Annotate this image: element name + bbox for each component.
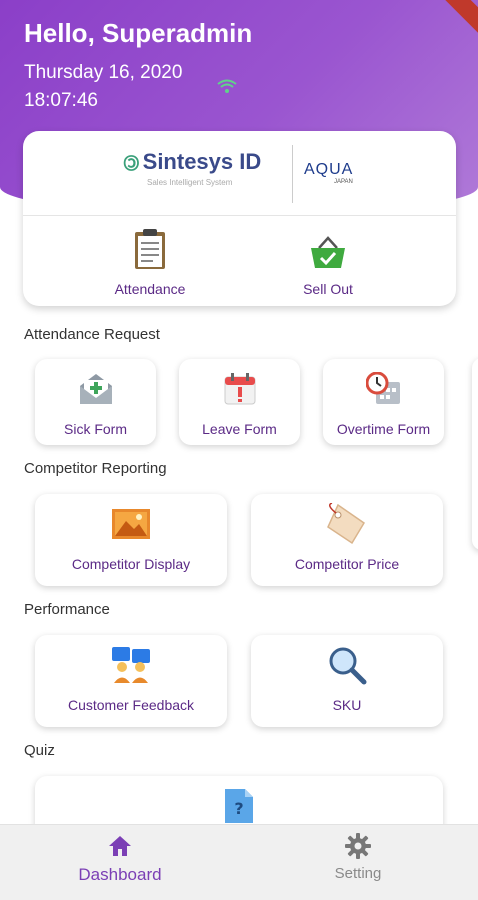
performance-title: Performance bbox=[24, 601, 110, 618]
competitor-reporting-title: Competitor Reporting bbox=[24, 460, 167, 477]
competitor-price-label: Competitor Price bbox=[294, 556, 400, 572]
sick-form-button[interactable]: Sick Form bbox=[35, 359, 156, 445]
logo-divider bbox=[292, 145, 293, 203]
aqua-sub: JAPAN bbox=[334, 179, 353, 185]
clipboard-icon bbox=[132, 228, 168, 275]
attendance-request-title: Attendance Request bbox=[24, 326, 160, 343]
magnifier-icon bbox=[327, 645, 367, 690]
price-tag-icon bbox=[324, 501, 370, 550]
sintesys-name: Sintesys ID bbox=[142, 148, 262, 174]
brand-logo-row: 🄯 Sintesys ID Sales Intelligent System A… bbox=[23, 131, 456, 216]
main-card: 🄯 Sintesys ID Sales Intelligent System A… bbox=[23, 131, 456, 306]
sintesys-tagline: Sales Intelligent System bbox=[147, 178, 233, 187]
partial-tile[interactable] bbox=[472, 358, 478, 550]
overtime-form-button[interactable]: Overtime Form bbox=[323, 359, 444, 445]
greeting-text: Hello, Superadmin bbox=[24, 18, 253, 48]
basket-check-icon bbox=[309, 236, 347, 275]
attendance-label: Attendance bbox=[114, 281, 186, 297]
nav-dashboard[interactable]: Dashboard bbox=[40, 835, 200, 885]
competitor-price-button[interactable]: Competitor Price bbox=[251, 494, 443, 586]
sintesys-mark-icon: 🄯 bbox=[123, 153, 140, 175]
customer-feedback-label: Customer Feedback bbox=[67, 697, 195, 713]
competitor-display-button[interactable]: Competitor Display bbox=[35, 494, 227, 586]
sku-label: SKU bbox=[332, 697, 362, 713]
leave-form-label: Leave Form bbox=[202, 421, 277, 437]
clock-calendar-icon bbox=[365, 371, 402, 411]
calendar-alert-icon bbox=[223, 372, 257, 411]
svg-text:?: ? bbox=[234, 799, 243, 818]
quiz-title: Quiz bbox=[24, 742, 55, 759]
nav-setting-label: Setting bbox=[334, 865, 382, 882]
image-frame-icon bbox=[111, 507, 151, 546]
customer-feedback-button[interactable]: Customer Feedback bbox=[35, 635, 227, 727]
sku-button[interactable]: SKU bbox=[251, 635, 443, 727]
nav-setting[interactable]: Setting bbox=[278, 832, 438, 882]
wifi-icon bbox=[216, 78, 238, 99]
sintesys-logo: 🄯 Sintesys ID Sales Intelligent System bbox=[123, 147, 262, 188]
nav-dashboard-label: Dashboard bbox=[78, 865, 162, 884]
sell-out-button[interactable]: Sell Out bbox=[273, 231, 383, 297]
gear-icon bbox=[345, 832, 371, 864]
bottom-navigation: Dashboard Setting bbox=[0, 824, 478, 900]
sick-form-label: Sick Form bbox=[64, 421, 127, 437]
home-icon bbox=[108, 835, 132, 862]
debug-ribbon bbox=[433, 0, 478, 39]
people-icon bbox=[111, 646, 151, 689]
medical-envelope-icon bbox=[78, 372, 114, 411]
sell-out-label: Sell Out bbox=[303, 281, 353, 297]
aqua-logo: AQUA JAPAN bbox=[304, 161, 353, 185]
competitor-display-label: Competitor Display bbox=[71, 556, 191, 572]
leave-form-button[interactable]: Leave Form bbox=[179, 359, 300, 445]
aqua-name: AQUA bbox=[304, 161, 354, 178]
time-text: 18:07:46 bbox=[24, 90, 98, 111]
overtime-form-label: Overtime Form bbox=[336, 421, 431, 437]
date-text: Thursday 16, 2020 bbox=[24, 62, 183, 83]
attendance-button[interactable]: Attendance bbox=[95, 228, 205, 297]
